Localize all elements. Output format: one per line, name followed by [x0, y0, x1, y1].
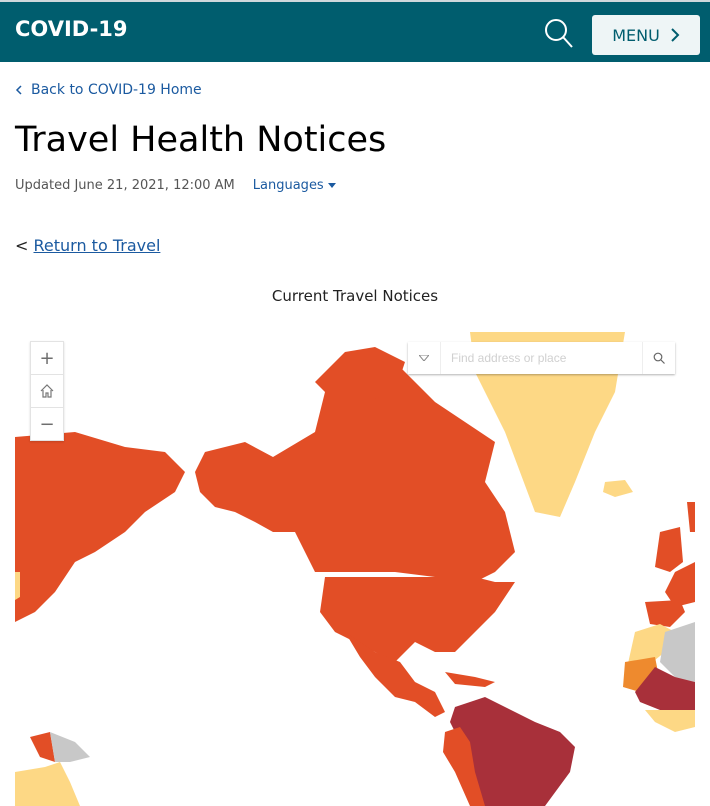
caret-down-icon [327, 183, 336, 188]
map-search-input[interactable] [441, 342, 642, 374]
map-region-japan[interactable] [15, 572, 20, 600]
triangle-down-icon [419, 355, 429, 361]
map-region-caribbean[interactable] [445, 672, 495, 687]
map-region-usa[interactable] [320, 577, 515, 662]
languages-dropdown[interactable]: Languages [253, 178, 336, 193]
chevron-right-icon [671, 28, 680, 42]
map-region-west-africa[interactable] [645, 710, 695, 732]
return-to-travel-link[interactable]: Return to Travel [34, 236, 161, 255]
zoom-in-button[interactable]: + [31, 342, 63, 375]
map-search [408, 342, 675, 374]
map-zoom-controls: + − [30, 341, 64, 441]
brand-title[interactable]: COVID-19 [15, 17, 128, 41]
back-to-home-link[interactable]: Back to COVID-19 Home [15, 82, 202, 98]
map-region-alaska[interactable] [195, 442, 273, 532]
updated-date: Updated June 21, 2021, 12:00 AM [15, 178, 235, 193]
languages-label: Languages [252, 178, 324, 193]
chevron-left-icon [15, 85, 22, 95]
top-header: COVID-19 MENU [0, 0, 710, 62]
page-title: Travel Health Notices [15, 120, 387, 160]
menu-label: MENU [612, 25, 660, 45]
menu-button[interactable]: MENU [592, 15, 700, 55]
page-meta: Updated June 21, 2021, 12:00 AM Language… [15, 178, 336, 193]
search-source-dropdown[interactable] [408, 342, 441, 374]
map-region-spain[interactable] [645, 600, 685, 627]
map-title: Current Travel Notices [271, 287, 439, 305]
home-icon [40, 384, 54, 398]
map-region-norway[interactable] [687, 502, 695, 532]
return-to-travel: < Return to Travel [15, 236, 160, 255]
map-region-uk[interactable] [655, 527, 683, 572]
back-link-label: Back to COVID-19 Home [31, 82, 202, 98]
search-icon [653, 352, 665, 364]
travel-notice-map[interactable] [15, 332, 695, 806]
map-region-russia-east[interactable] [15, 432, 185, 622]
map-region-australia[interactable] [15, 762, 80, 806]
zoom-out-button[interactable]: − [31, 408, 63, 440]
map-region-iceland[interactable] [603, 480, 633, 497]
map-region-papua-new-guinea[interactable] [50, 732, 90, 762]
search-button[interactable] [543, 17, 575, 49]
map-search-button[interactable] [642, 342, 675, 374]
search-icon [545, 19, 573, 48]
home-button[interactable] [31, 375, 63, 408]
return-prefix: < [15, 236, 29, 255]
